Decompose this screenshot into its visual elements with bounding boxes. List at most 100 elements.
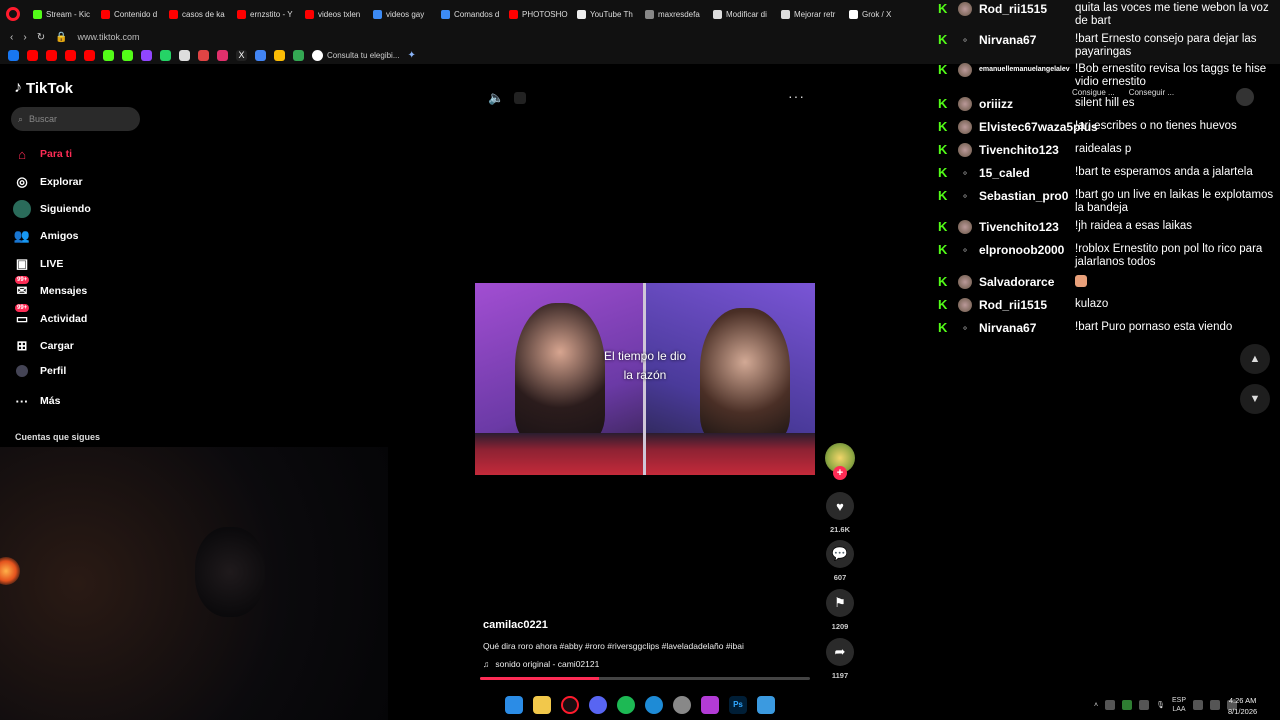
video-progress-bar[interactable] xyxy=(480,677,810,680)
video-author[interactable]: camilac0221 xyxy=(483,619,548,631)
chat-username[interactable]: Elvistec67waza5plus xyxy=(979,120,1098,134)
browser-tab[interactable]: Grok / X xyxy=(844,3,910,25)
scroll-down-icon[interactable]: ▼ xyxy=(1240,384,1270,414)
chat-username[interactable]: Tivenchito123 xyxy=(979,143,1075,157)
browser-tab[interactable]: Modificar di xyxy=(708,3,774,25)
youtube-bookmark-icon[interactable] xyxy=(46,49,57,61)
user-avatar[interactable] xyxy=(958,275,972,289)
forward-icon[interactable]: › xyxy=(23,32,26,43)
nav-item-upload[interactable]: ⊞ Cargar xyxy=(13,337,74,355)
user-avatar[interactable] xyxy=(958,298,972,312)
nav-item-home[interactable]: ⌂ Para ti xyxy=(13,145,72,163)
youtube-bookmark-icon[interactable] xyxy=(84,49,95,61)
reload-icon[interactable]: ↻ xyxy=(37,32,45,43)
browser-tab[interactable]: videos gay xyxy=(368,3,434,25)
url-text[interactable]: www.tiktok.com xyxy=(78,32,140,42)
twitch-bookmark-icon[interactable] xyxy=(141,49,152,61)
video-sound[interactable]: ♫ sonido original - cami02121 xyxy=(483,659,599,669)
video-player[interactable]: El tiempo le dio la razón xyxy=(475,283,815,475)
browser-tab[interactable]: PHOTOSHO xyxy=(504,3,570,25)
nav-item-live[interactable]: ▣ LIVE xyxy=(13,255,64,273)
browser-tab[interactable]: Contenido d xyxy=(96,3,162,25)
x-bookmark-icon[interactable]: X xyxy=(236,49,247,61)
opera-taskbar-icon[interactable] xyxy=(561,696,579,714)
gallery-bookmark-icon[interactable] xyxy=(198,49,209,61)
share-arrow-icon[interactable]: ➦ xyxy=(826,638,854,666)
default-user-icon[interactable]: ⚬ xyxy=(958,33,972,47)
gemini-bookmark-icon[interactable]: ✦ xyxy=(408,50,416,61)
browser-tab[interactable]: YouTube Th xyxy=(572,3,638,25)
browser-tab[interactable]: Comandos d xyxy=(436,3,502,25)
kick-bookmark-icon[interactable] xyxy=(103,49,114,61)
nav-item-following-avatar[interactable]: Siguiendo xyxy=(13,200,91,218)
youtube-bookmark-icon[interactable] xyxy=(27,49,38,61)
browser-tab[interactable]: Stream - Kic xyxy=(28,3,94,25)
instagram-bookmark-icon[interactable] xyxy=(217,49,228,61)
youtube-bookmark-icon[interactable] xyxy=(65,49,76,61)
nav-item-compass[interactable]: ◎ Explorar xyxy=(13,173,82,191)
nav-item-messages[interactable]: ✉ 99+ Mensajes xyxy=(13,276,87,300)
chat-username[interactable]: Rod_rii1515 xyxy=(979,2,1075,16)
tray-app-icon[interactable] xyxy=(1122,700,1133,710)
photoshop-icon[interactable]: Ps xyxy=(729,696,747,714)
file-explorer-icon[interactable] xyxy=(533,696,551,714)
chat-username[interactable]: Nirvana67 xyxy=(979,321,1075,335)
volume-slider[interactable] xyxy=(514,92,527,104)
chat-username[interactable]: Nirvana67 xyxy=(979,33,1075,47)
nav-item-friends[interactable]: 👥 Amigos xyxy=(13,227,79,245)
bookmark-icon[interactable]: ⚑ xyxy=(826,589,854,617)
drive-bookmark-icon[interactable] xyxy=(293,49,304,61)
back-icon[interactable]: ‹ xyxy=(10,32,13,43)
default-user-icon[interactable]: ⚬ xyxy=(958,189,972,203)
chat-username[interactable]: 15_caled xyxy=(979,166,1075,180)
user-avatar[interactable] xyxy=(958,220,972,234)
chevron-up-icon[interactable]: ˄ xyxy=(1094,702,1098,709)
chat-username[interactable]: Sebastian_pro0 xyxy=(979,189,1075,203)
google-bookmark-icon[interactable] xyxy=(255,49,266,61)
chatgpt-bookmark-icon[interactable] xyxy=(179,49,190,61)
browser-tab[interactable]: casos de ka xyxy=(164,3,230,25)
windows-start-icon[interactable] xyxy=(505,696,523,714)
user-avatar[interactable] xyxy=(958,63,972,77)
app-icon[interactable] xyxy=(701,696,719,714)
nav-item-activity[interactable]: ▭ 99+ Actividad xyxy=(13,304,87,328)
wifi-icon[interactable] xyxy=(1193,700,1203,710)
chat-username[interactable]: emanuellemanuelangelalev xyxy=(979,63,1075,73)
microphone-icon[interactable]: 🎙 xyxy=(1156,701,1165,709)
browser-tab[interactable]: Mejorar retr xyxy=(776,3,842,25)
speaker-icon[interactable] xyxy=(1210,700,1220,710)
user-avatar[interactable] xyxy=(958,97,972,111)
discord-icon[interactable] xyxy=(589,696,607,714)
chat-username[interactable]: Tivenchito123 xyxy=(979,220,1075,234)
default-user-icon[interactable]: ⚬ xyxy=(958,166,972,180)
drive-bookmark-icon[interactable] xyxy=(274,49,285,61)
more-options-icon[interactable]: ··· xyxy=(788,88,805,104)
tiktok-logo[interactable]: ♪ TikTok xyxy=(14,79,73,97)
taskbar-clock[interactable]: 4:26 AM 8/1/2026 xyxy=(1228,695,1257,717)
volume-icon[interactable]: 🔈 xyxy=(488,90,504,106)
browser-tab[interactable]: maxresdefa xyxy=(640,3,706,25)
spotify-icon[interactable] xyxy=(617,696,635,714)
chat-subtab[interactable]: Conseguir ... xyxy=(1129,88,1174,97)
chat-username[interactable]: Salvadorarce xyxy=(979,275,1075,289)
chat-subtab[interactable]: Consigue ... xyxy=(1072,88,1115,97)
search-input[interactable]: ⌕ Buscar xyxy=(11,107,140,131)
tray-app-icon[interactable] xyxy=(1139,700,1150,710)
follow-plus-icon[interactable]: + xyxy=(833,466,847,480)
language-indicator[interactable]: ESP LAA xyxy=(1172,696,1186,714)
default-user-icon[interactable]: ⚬ xyxy=(958,321,972,335)
whatsapp-bookmark-icon[interactable] xyxy=(160,49,171,61)
opera-logo-icon[interactable] xyxy=(6,7,20,21)
tray-app-icon[interactable] xyxy=(1105,700,1116,710)
edge-icon[interactable] xyxy=(645,696,663,714)
google-bookmark-link[interactable]: Consulta tu elegibi... xyxy=(312,49,400,61)
chat-username[interactable]: Rod_rii1515 xyxy=(979,298,1075,312)
scroll-up-icon[interactable]: ▲ xyxy=(1240,344,1270,374)
nav-item-profile[interactable]: Perfil xyxy=(13,365,66,377)
user-avatar[interactable] xyxy=(958,120,972,134)
kick-bookmark-icon[interactable] xyxy=(122,49,133,61)
comment-icon[interactable]: 💬 xyxy=(826,540,854,568)
obs-icon[interactable] xyxy=(673,696,691,714)
facebook-bookmark-icon[interactable] xyxy=(8,49,19,61)
chat-username[interactable]: oriiizz xyxy=(979,97,1075,111)
